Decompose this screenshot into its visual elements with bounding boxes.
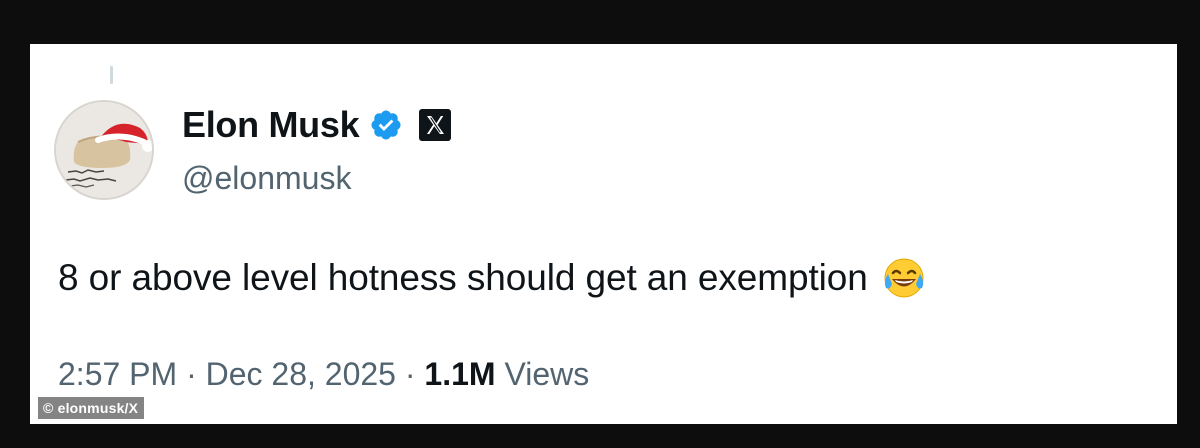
author-row: Elon Musk — [182, 104, 452, 146]
tweet-meta: 2:57 PM · Dec 28, 2025 · 1.1M Views — [58, 356, 589, 393]
meta-separator: · — [404, 356, 416, 392]
tweet-date[interactable]: Dec 28, 2025 — [206, 356, 396, 392]
tweet-body: 8 or above level hotness should get an e… — [58, 256, 926, 300]
author-name[interactable]: Elon Musk — [182, 104, 360, 146]
thread-line — [110, 66, 113, 84]
tweet-time[interactable]: 2:57 PM — [58, 356, 177, 392]
verified-badge-icon — [369, 108, 403, 142]
avatar-image — [56, 102, 152, 198]
tweet-card: Elon Musk @elonmusk 8 or above level hot… — [30, 44, 1177, 424]
views-label: Views — [504, 356, 590, 392]
tweet-text: 8 or above level hotness should get an e… — [58, 257, 868, 298]
views-count: 1.1M — [424, 356, 496, 392]
x-logo-icon — [419, 109, 452, 141]
meta-separator: · — [186, 356, 197, 392]
image-credit: © elonmusk/X — [38, 397, 145, 419]
avatar[interactable] — [54, 100, 154, 200]
face-with-tears-of-joy-icon — [882, 256, 926, 300]
author-handle[interactable]: @elonmusk — [182, 160, 351, 197]
